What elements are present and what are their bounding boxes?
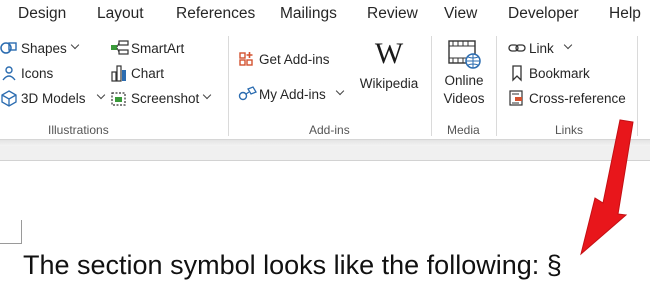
tab-references[interactable]: References bbox=[176, 5, 255, 23]
link-button[interactable]: Link bbox=[508, 37, 573, 59]
cross-reference-label: Cross-reference bbox=[529, 90, 626, 106]
shapes-button[interactable]: Shapes bbox=[0, 37, 80, 59]
chevron-down-icon bbox=[96, 90, 105, 100]
group-label-add-ins: Add-ins bbox=[309, 123, 350, 137]
group-separator bbox=[228, 36, 229, 136]
group-separator bbox=[431, 36, 432, 136]
tab-layout[interactable]: Layout bbox=[97, 5, 144, 23]
get-add-ins-button[interactable]: Get Add-ins bbox=[238, 48, 330, 70]
wikipedia-icon: W bbox=[374, 37, 404, 70]
chevron-down-icon bbox=[203, 90, 212, 100]
online-videos-label-line2: Videos bbox=[443, 91, 485, 106]
get-add-ins-label: Get Add-ins bbox=[259, 51, 330, 67]
chevron-down-icon bbox=[335, 86, 345, 96]
chart-label: Chart bbox=[131, 65, 165, 81]
icons-label: Icons bbox=[21, 65, 54, 81]
tab-review[interactable]: Review bbox=[367, 5, 418, 23]
screenshot-label: Screenshot bbox=[131, 90, 200, 106]
link-icon bbox=[508, 39, 526, 57]
online-videos-label-line1: Online bbox=[444, 73, 484, 88]
group-separator bbox=[496, 36, 497, 136]
group-separator bbox=[637, 36, 638, 136]
online-videos-button[interactable]: Online Videos bbox=[436, 38, 492, 108]
tab-view[interactable]: View bbox=[444, 5, 477, 23]
screenshot-icon bbox=[110, 89, 128, 107]
tab-design[interactable]: Design bbox=[18, 5, 66, 23]
shapes-label: Shapes bbox=[21, 40, 67, 56]
margin-crop-mark bbox=[0, 220, 22, 244]
smartart-label: SmartArt bbox=[131, 40, 185, 56]
bookmark-icon bbox=[508, 64, 526, 82]
icons-button[interactable]: Icons bbox=[0, 62, 53, 84]
link-label: Link bbox=[529, 40, 554, 56]
online-video-icon bbox=[436, 38, 492, 72]
screenshot-button[interactable]: Screenshot bbox=[110, 87, 212, 109]
my-add-ins-button[interactable]: My Add-ins bbox=[238, 83, 345, 105]
bookmark-label: Bookmark bbox=[529, 65, 590, 81]
chevron-down-icon bbox=[563, 40, 573, 50]
wikipedia-button[interactable]: W Wikipedia bbox=[356, 38, 422, 93]
tab-mailings[interactable]: Mailings bbox=[280, 5, 337, 23]
my-add-ins-label: My Add-ins bbox=[259, 86, 326, 102]
cross-reference-icon bbox=[508, 89, 526, 107]
document-page[interactable] bbox=[0, 160, 650, 306]
my-add-ins-icon bbox=[238, 85, 257, 103]
tab-developer[interactable]: Developer bbox=[508, 5, 579, 23]
chart-icon bbox=[110, 64, 128, 82]
smartart-button[interactable]: SmartArt bbox=[110, 37, 184, 59]
document-text[interactable]: The section symbol looks like the follow… bbox=[23, 250, 562, 281]
icons-icon bbox=[0, 64, 18, 82]
group-label-media: Media bbox=[447, 123, 480, 137]
add-ins-store-icon bbox=[238, 50, 256, 68]
3d-models-label: 3D Models bbox=[21, 90, 86, 106]
group-label-illustrations: Illustrations bbox=[48, 123, 109, 137]
chevron-down-icon bbox=[70, 40, 80, 50]
cube-icon bbox=[0, 89, 18, 107]
group-label-links: Links bbox=[555, 123, 584, 137]
bookmark-button[interactable]: Bookmark bbox=[508, 62, 590, 84]
tab-help[interactable]: Help bbox=[609, 5, 641, 23]
shapes-icon bbox=[0, 39, 18, 57]
chart-button[interactable]: Chart bbox=[110, 62, 164, 84]
wikipedia-label: Wikipedia bbox=[359, 76, 419, 91]
smartart-icon bbox=[110, 39, 129, 57]
cross-reference-button[interactable]: Cross-reference bbox=[508, 87, 626, 109]
menu-bar: Design Layout References Mailings Review… bbox=[0, 0, 650, 30]
3d-models-button[interactable]: 3D Models bbox=[0, 87, 105, 109]
ribbon: Shapes Icons 3D Models SmartArt Chart Sc… bbox=[0, 30, 650, 140]
